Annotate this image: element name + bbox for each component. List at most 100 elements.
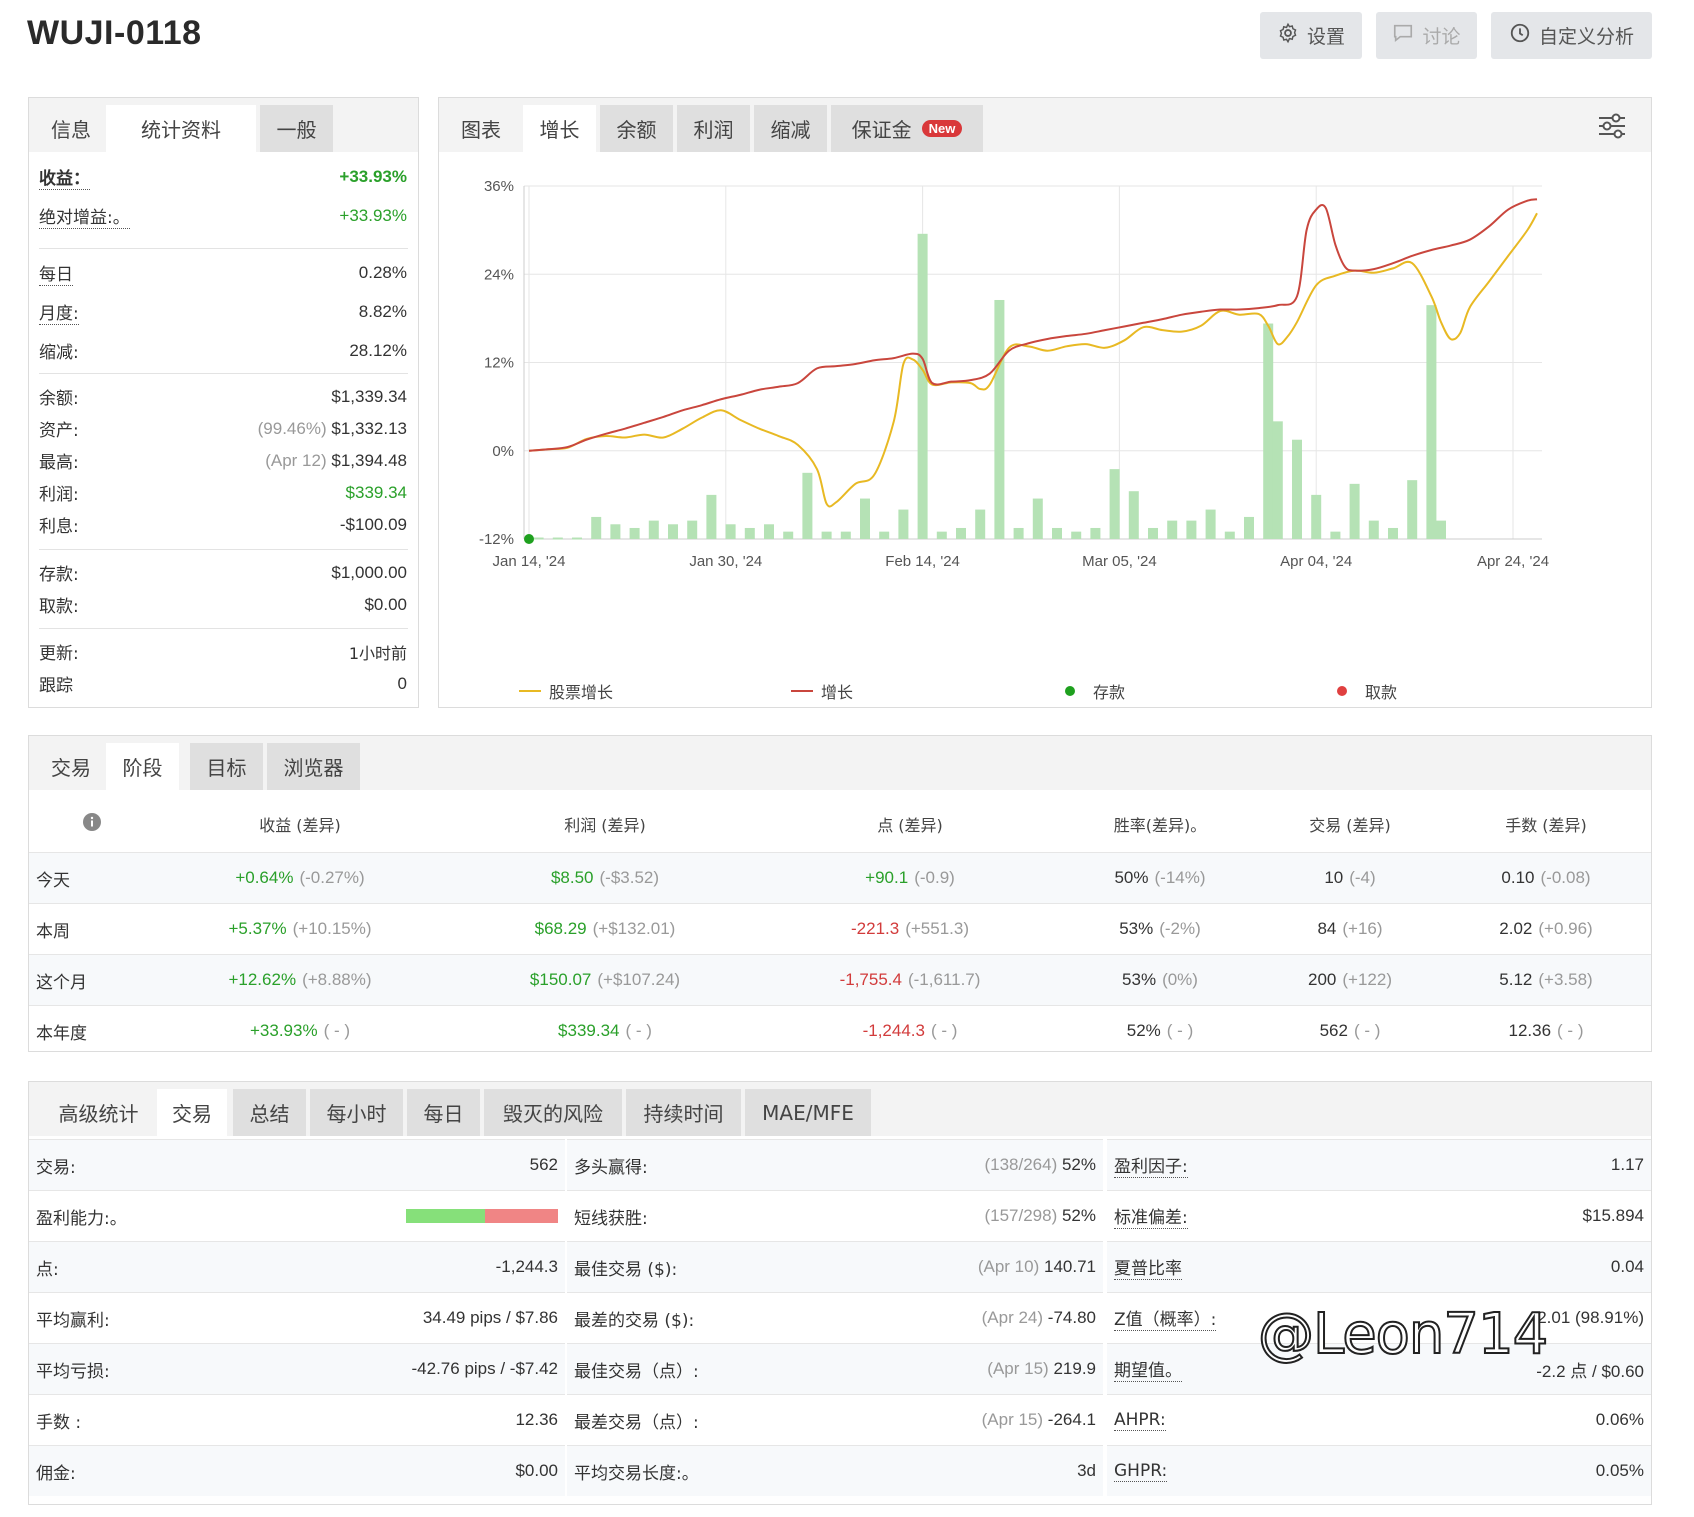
tab-browser[interactable]: 浏览器: [267, 743, 360, 790]
deposit-bar: [1436, 520, 1446, 539]
adv-stat-row: 最差的交易 ($): (Apr 24) -74.80: [567, 1292, 1103, 1343]
adv-stat-value-group: -2.01 (98.91%): [1532, 1308, 1644, 1328]
stat-profit-label: 利润:: [39, 485, 79, 505]
adv-stat-value: -1,244.3: [495, 1257, 558, 1276]
x-tick-label: Jan 30, '24: [689, 553, 762, 570]
adv-stat-value-group: -1,244.3: [496, 1257, 558, 1277]
info-icon[interactable]: [83, 813, 101, 831]
period-trades-value: 562: [1319, 1021, 1348, 1040]
legend-equity[interactable]: 股票增长: [519, 679, 613, 703]
stat-highest-value: $1,394.48: [331, 450, 407, 470]
adv-stat-value-group: 0.06%: [1596, 1410, 1644, 1430]
adv-stat-value-group: $15.894: [1583, 1206, 1644, 1226]
legend-growth-swatch: [791, 690, 813, 692]
tab-periods[interactable]: 阶段: [106, 743, 179, 790]
legend-deposit[interactable]: 存款: [1065, 679, 1125, 703]
deposit-bar: [936, 531, 947, 539]
stat-gain-value: +33.93%: [339, 167, 407, 186]
adv-stat-row: 点: -1,244.3: [29, 1241, 565, 1292]
col-gain: 收益 (差异): [259, 816, 341, 835]
clock-icon: [1509, 22, 1531, 49]
period-profit-diff: (-$3.52): [599, 868, 660, 887]
period-trades-value: 200: [1308, 970, 1337, 989]
col-pips: 点 (差异): [877, 816, 943, 835]
deposit-bar: [840, 531, 851, 539]
gear-icon: [1277, 22, 1299, 49]
tab-duration[interactable]: 持续时间: [626, 1089, 741, 1136]
tab-hourly[interactable]: 每小时: [310, 1089, 403, 1136]
period-win-diff: (0%): [1162, 970, 1198, 989]
tab-goals[interactable]: 目标: [190, 743, 263, 790]
deposit-bar: [898, 509, 909, 539]
discuss-button[interactable]: 讨论: [1376, 12, 1477, 59]
tab-adv-trades[interactable]: 交易: [157, 1089, 227, 1136]
deposit-bar: [764, 524, 774, 539]
deposit-bar: [1148, 527, 1158, 539]
deposit-bar: [1128, 491, 1139, 539]
stat-updated-label: 更新:: [39, 644, 79, 664]
period-lots-value: 5.12: [1499, 970, 1533, 989]
period-gain-cell: +33.93% ( - ): [150, 1006, 450, 1056]
tab-general[interactable]: 一般: [260, 105, 333, 152]
period-lots-cell: 12.36 ( - ): [1396, 1006, 1694, 1056]
equity-growth-line: [528, 212, 1538, 508]
adv-stat-label: 最差交易（点）:: [574, 1412, 699, 1433]
col-winrate: 胜率(差异)。: [1113, 816, 1207, 835]
deposit-bar: [572, 537, 582, 540]
adv-stat-value-group: 34.49 pips / $7.86: [423, 1308, 558, 1328]
tab-advanced-stats[interactable]: 高级统计: [36, 1089, 161, 1136]
tab-mae-mfe[interactable]: MAE/MFE: [745, 1089, 871, 1136]
tab-info[interactable]: 信息: [36, 105, 106, 152]
period-pips-value: -1,755.4: [839, 970, 902, 989]
period-gain-value: +0.64%: [235, 868, 294, 887]
tab-statistics[interactable]: 统计资料: [106, 105, 256, 152]
legend-equity-label: 股票增长: [549, 683, 614, 702]
adv-stat-row: 盈利能力:。: [29, 1190, 565, 1241]
advanced-tabbar: 高级统计 交易 总结 每小时 每日 毁灭的风险 持续时间 MAE/MFE: [29, 1082, 1651, 1136]
stat-tracking-value: 0: [397, 673, 407, 693]
period-lots-cell: 2.02 (+0.96): [1396, 904, 1694, 954]
stat-equity-label: 资产:: [39, 421, 79, 441]
adv-stat-label: Z值（概率）:: [1114, 1305, 1217, 1331]
period-pips-diff: (-0.9): [914, 868, 955, 887]
custom-analysis-label: 自定义分析: [1538, 26, 1634, 48]
divider: [39, 628, 408, 629]
legend-withdraw[interactable]: 取款: [1337, 679, 1397, 703]
x-tick-label: Mar 05, '24: [1082, 553, 1157, 570]
period-lots-value: 0.10: [1501, 868, 1535, 887]
adv-stat-value-group: (Apr 15) -264.1: [982, 1410, 1096, 1430]
deposit-bar: [1090, 527, 1101, 539]
divider: [39, 248, 408, 249]
period-lots-diff: ( - ): [1557, 1021, 1584, 1040]
period-win-value: 53%: [1119, 919, 1154, 938]
watermark: @Leon714: [1257, 1301, 1549, 1368]
tab-risk-of-ruin[interactable]: 毁灭的风险: [484, 1089, 622, 1136]
adv-stat-label: 平均交易长度:。: [574, 1463, 699, 1484]
tab-trades[interactable]: 交易: [36, 743, 106, 790]
custom-analysis-button[interactable]: 自定义分析: [1491, 12, 1652, 59]
tab-summary[interactable]: 总结: [233, 1089, 306, 1136]
adv-stat-value: 3d: [1077, 1461, 1096, 1480]
adv-stat-value: 140.71: [1044, 1257, 1096, 1276]
deposit-bar: [1368, 520, 1379, 539]
tab-daily[interactable]: 每日: [407, 1089, 480, 1136]
legend-growth[interactable]: 增长: [791, 679, 853, 703]
deposit-bar: [1109, 469, 1120, 539]
deposit-bar: [956, 527, 966, 539]
deposit-bar: [1407, 480, 1418, 539]
deposit-bar: [1388, 527, 1398, 539]
adv-stat-row: 手数 : 12.36: [29, 1394, 565, 1445]
adv-stat-row: 平均亏损: -42.76 pips / -$7.42: [29, 1343, 565, 1394]
deposit-bar: [1071, 531, 1082, 539]
period-pips-diff: ( - ): [930, 1021, 958, 1040]
adv-stat-label: 最佳交易（点）:: [574, 1361, 699, 1382]
deposit-bar: [879, 531, 890, 539]
period-win-diff: (-2%): [1159, 919, 1201, 938]
x-tick-label: Jan 14, '24: [493, 553, 566, 570]
period-lots-cell: 0.10 (-0.08): [1396, 853, 1694, 903]
settings-button[interactable]: 设置: [1260, 12, 1362, 59]
period-lots-value: 2.02: [1499, 919, 1533, 938]
divider: [39, 373, 408, 374]
period-profit-cell: $8.50 (-$3.52): [455, 853, 755, 903]
adv-stat-label: 标准偏差:: [1114, 1203, 1188, 1229]
